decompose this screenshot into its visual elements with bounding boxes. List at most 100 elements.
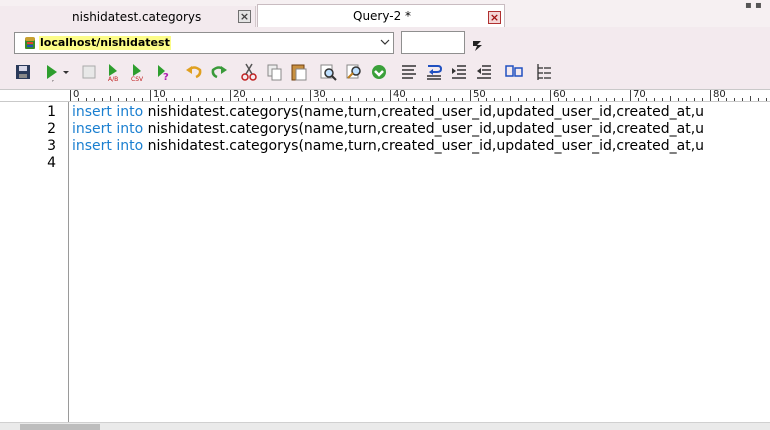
ruler-tick: [590, 96, 591, 101]
tab-nishidatest-categorys[interactable]: nishidatest.categorys ×: [0, 6, 256, 27]
code-text: nishidatest.categorys(name,turn,created_…: [143, 138, 705, 154]
undo-icon[interactable]: [184, 62, 204, 82]
toolbar: , A/B CSV ?: [0, 61, 770, 89]
ruler-label: 40: [393, 89, 406, 100]
keyword-token: into: [116, 104, 144, 120]
svg-text:,: ,: [52, 76, 54, 82]
ruler-label: 10: [153, 89, 166, 100]
ruler-tick: [262, 98, 263, 101]
execute-icon[interactable]: ,: [44, 62, 70, 82]
quick-run-icon[interactable]: [471, 38, 485, 52]
goto-icon[interactable]: [369, 62, 389, 82]
ruler-tick: [302, 98, 303, 101]
ruler-tick: [342, 98, 343, 101]
ruler-tick: [206, 98, 207, 101]
paste-icon[interactable]: [289, 62, 309, 82]
ruler-tick: [382, 98, 383, 101]
wrap-icon[interactable]: [424, 62, 444, 82]
ruler-tick: [406, 98, 407, 101]
ruler-tick: [750, 96, 751, 101]
code-line[interactable]: insert into nishidatest.categorys(name,t…: [72, 138, 704, 155]
code-line[interactable]: insert into nishidatest.categorys(name,t…: [72, 121, 704, 138]
ruler-tick: [518, 98, 519, 101]
outdent-icon[interactable]: [474, 62, 494, 82]
code-line[interactable]: insert into nishidatest.categorys(name,t…: [72, 104, 704, 121]
replace-icon[interactable]: [344, 62, 364, 82]
ruler-tick: [110, 96, 111, 101]
ruler-tick: [70, 90, 71, 101]
ruler-tick: [726, 98, 727, 101]
stop-icon[interactable]: [79, 62, 99, 82]
ruler-tick: [670, 96, 671, 101]
horizontal-scrollbar[interactable]: [0, 422, 770, 430]
svg-text:CSV: CSV: [131, 76, 144, 82]
column-ruler: 0 10 20 30 40 50 60 70 80: [0, 89, 770, 102]
code-text: nishidatest.categorys(name,turn,created_…: [143, 104, 705, 120]
ruler-tick: [582, 98, 583, 101]
ruler-label: 60: [553, 89, 566, 100]
export-csv-icon[interactable]: CSV: [129, 62, 149, 82]
ruler-tick: [166, 98, 167, 101]
tab-query-2[interactable]: Query-2 * ×: [257, 4, 505, 27]
ruler-tick: [126, 98, 127, 101]
ruler-tick: [86, 98, 87, 101]
line-number: 3: [47, 138, 56, 154]
tab-label: Query-2 *: [353, 9, 412, 23]
ruler-tick: [374, 98, 375, 101]
ruler-tick: [350, 96, 351, 101]
ruler-tick: [622, 98, 623, 101]
ruler-tick: [422, 98, 423, 101]
tree-icon[interactable]: [534, 62, 554, 82]
ruler-tick: [678, 98, 679, 101]
ruler-tick: [286, 98, 287, 101]
scrollbar-thumb[interactable]: [20, 424, 100, 430]
keyword-token: insert: [72, 138, 112, 154]
close-icon[interactable]: ×: [238, 10, 251, 23]
ruler-tick: [550, 90, 551, 101]
ruler-tick: [454, 98, 455, 101]
sql-editor[interactable]: 1 2 3 4 insert into nishidatest.category…: [0, 102, 770, 422]
export-xml-icon[interactable]: A/B: [105, 62, 125, 82]
connection-select[interactable]: localhost/nishidatest: [14, 32, 394, 54]
format-icon[interactable]: [399, 62, 419, 82]
block-icon[interactable]: [504, 62, 524, 82]
keyword-token: into: [116, 138, 144, 154]
ruler-tick: [654, 98, 655, 101]
ruler-tick: [598, 98, 599, 101]
ruler-tick: [630, 90, 631, 101]
ruler-tick: [246, 98, 247, 101]
cut-icon[interactable]: [239, 62, 259, 82]
ruler-tick: [686, 98, 687, 101]
ruler-tick: [766, 98, 767, 101]
ruler-tick: [414, 98, 415, 101]
connection-value: localhost/nishidatest: [39, 36, 171, 50]
code-text: nishidatest.categorys(name,turn,created_…: [143, 121, 705, 137]
copy-icon[interactable]: [264, 62, 284, 82]
ruler-tick: [614, 98, 615, 101]
ruler-tick: [198, 98, 199, 101]
tab-strip: nishidatest.categorys × Query-2 * × ▪ ▪: [0, 0, 770, 27]
ruler-tick: [430, 96, 431, 101]
redo-icon[interactable]: [209, 62, 229, 82]
close-icon[interactable]: ×: [488, 11, 501, 24]
ruler-tick: [190, 96, 191, 101]
ruler-tick: [534, 98, 535, 101]
window-controls[interactable]: ▪ ▪: [745, 0, 762, 11]
keyword-token: insert: [72, 104, 112, 120]
tab-label: nishidatest.categorys: [72, 10, 202, 24]
ruler-tick: [230, 90, 231, 101]
ruler-tick: [734, 98, 735, 101]
validate-icon[interactable]: ?: [154, 62, 174, 82]
ruler-tick: [222, 98, 223, 101]
chevron-down-icon[interactable]: [380, 37, 390, 47]
ruler-tick: [102, 98, 103, 101]
ruler-tick: [366, 98, 367, 101]
ruler-label: 50: [473, 89, 486, 100]
ruler-tick: [462, 98, 463, 101]
indent-icon[interactable]: [449, 62, 469, 82]
find-icon[interactable]: [318, 62, 338, 82]
limit-input[interactable]: [401, 31, 465, 54]
database-icon: [25, 37, 35, 49]
ruler-tick: [390, 90, 391, 101]
save-icon[interactable]: [13, 62, 33, 82]
